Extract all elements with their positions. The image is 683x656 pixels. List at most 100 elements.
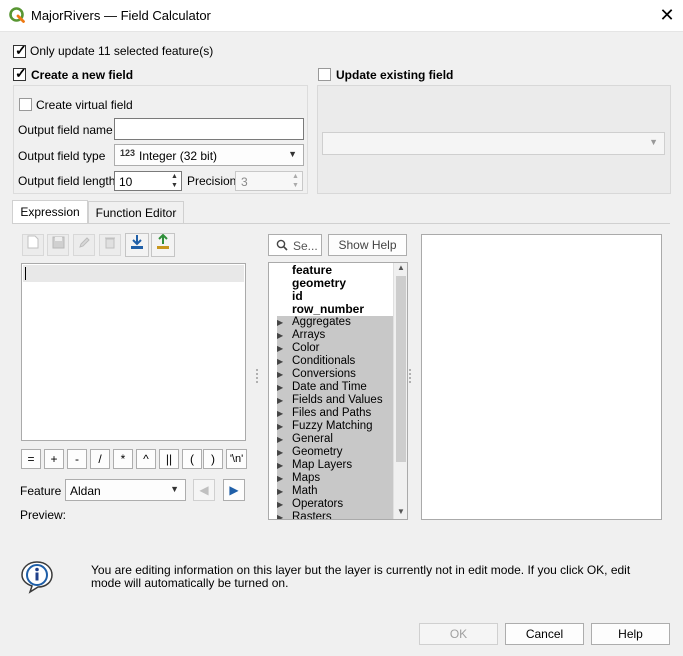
expression-editor[interactable] bbox=[21, 263, 246, 441]
chevron-right-icon: ▶ bbox=[277, 331, 284, 340]
help-button[interactable]: Help bbox=[591, 623, 670, 645]
precision-value: 3 bbox=[241, 175, 248, 189]
function-search-input[interactable]: Se... bbox=[268, 234, 322, 256]
tree-group-operators[interactable]: ▶ Operators bbox=[277, 498, 393, 511]
tree-group-aggregates[interactable]: ▶ Aggregates bbox=[277, 316, 393, 329]
output-field-name-label: Output field name bbox=[18, 123, 113, 137]
update-existing-field-checkbox[interactable] bbox=[318, 68, 331, 81]
feature-select[interactable]: Aldan ▼ bbox=[65, 479, 186, 501]
precision-spinbox[interactable]: 3 ▲ ▼ bbox=[235, 171, 303, 191]
chevron-right-icon: ▶ bbox=[277, 474, 284, 483]
splitter-handle[interactable] bbox=[409, 369, 411, 383]
spin-up-icon[interactable]: ▲ bbox=[168, 172, 181, 181]
export-icon[interactable] bbox=[151, 233, 175, 257]
output-field-length-spinbox[interactable]: 10 ▲ ▼ bbox=[114, 171, 182, 191]
show-help-button[interactable]: Show Help bbox=[328, 234, 407, 256]
window-title: MajorRivers — Field Calculator bbox=[31, 8, 211, 23]
tree-group-color[interactable]: ▶ Color bbox=[277, 342, 393, 355]
operator-minus-button[interactable]: - bbox=[67, 449, 87, 469]
next-feature-button[interactable]: ▶ bbox=[223, 479, 245, 501]
spin-down-icon[interactable]: ▼ bbox=[168, 181, 181, 190]
chevron-right-icon: ▶ bbox=[277, 422, 284, 431]
triangle-right-icon: ▶ bbox=[229, 483, 239, 497]
operator-equals-button[interactable]: = bbox=[21, 449, 41, 469]
triangle-left-icon: ◀ bbox=[199, 483, 209, 497]
chevron-right-icon: ▶ bbox=[277, 448, 284, 457]
operator-power-button[interactable]: ^ bbox=[136, 449, 156, 469]
ok-button[interactable]: OK bbox=[419, 623, 498, 645]
feature-label: Feature bbox=[20, 484, 62, 498]
operator-close-paren-button[interactable]: ) bbox=[203, 449, 223, 469]
tree-group-geometry[interactable]: ▶ Geometry bbox=[277, 446, 393, 459]
output-field-type-value: Integer (32 bit) bbox=[139, 149, 218, 163]
output-field-length-value: 10 bbox=[119, 175, 133, 189]
chevron-right-icon: ▶ bbox=[277, 383, 284, 392]
current-line-highlight bbox=[23, 265, 244, 282]
output-field-name-input[interactable] bbox=[114, 118, 304, 140]
output-field-type-select[interactable]: 123 Integer (32 bit) ▼ bbox=[114, 144, 304, 166]
chevron-down-icon: ▼ bbox=[649, 137, 658, 147]
tree-group-general[interactable]: ▶ General bbox=[277, 433, 393, 446]
load-icon[interactable] bbox=[125, 233, 149, 257]
integer-type-icon: 123 bbox=[120, 148, 136, 158]
chevron-down-icon: ▼ bbox=[288, 149, 297, 159]
info-message: You are editing information on this laye… bbox=[91, 563, 631, 590]
preview-label: Preview: bbox=[20, 508, 67, 522]
tab-function-editor[interactable]: Function Editor bbox=[88, 201, 184, 224]
operator-newline-button[interactable]: '\n' bbox=[226, 449, 247, 469]
scroll-up-icon[interactable]: ▲ bbox=[394, 263, 407, 275]
scrollbar-thumb[interactable] bbox=[396, 276, 406, 462]
tree-group-map-layers[interactable]: ▶ Map Layers bbox=[277, 459, 393, 472]
chevron-right-icon: ▶ bbox=[277, 435, 284, 444]
qgis-logo-icon bbox=[9, 7, 25, 23]
chevron-right-icon: ▶ bbox=[277, 318, 284, 327]
only-update-selected-label: Only update 11 selected feature(s) bbox=[30, 44, 214, 58]
info-icon bbox=[21, 561, 53, 594]
edit-icon[interactable] bbox=[73, 234, 95, 256]
close-icon[interactable]: ✕ bbox=[656, 4, 678, 26]
chevron-right-icon: ▶ bbox=[277, 487, 284, 496]
operator-divide-button[interactable]: / bbox=[90, 449, 110, 469]
tree-group-fuzzy-matching[interactable]: ▶ Fuzzy Matching bbox=[277, 420, 393, 433]
output-field-type-label: Output field type bbox=[18, 149, 106, 163]
operator-concat-button[interactable]: || bbox=[159, 449, 179, 469]
tree-scrollbar[interactable]: ▲ ▼ bbox=[393, 263, 407, 519]
tab-expression[interactable]: Expression bbox=[12, 200, 88, 224]
virtual-field-checkbox[interactable] bbox=[19, 98, 32, 111]
operator-multiply-button[interactable]: * bbox=[113, 449, 133, 469]
tree-group-fields-and-values[interactable]: ▶ Fields and Values bbox=[277, 394, 393, 407]
splitter-handle[interactable] bbox=[256, 369, 258, 383]
tree-group-rasters[interactable]: ▶ Rasters bbox=[277, 511, 393, 519]
cancel-button[interactable]: Cancel bbox=[505, 623, 584, 645]
tree-group-math[interactable]: ▶ Math bbox=[277, 485, 393, 498]
precision-label: Precision bbox=[187, 174, 237, 188]
operator-open-paren-button[interactable]: ( bbox=[182, 449, 202, 469]
chevron-down-icon: ▼ bbox=[170, 484, 179, 494]
spin-up-icon[interactable]: ▲ bbox=[289, 172, 302, 181]
tree-item-row-number[interactable]: row_number bbox=[292, 303, 364, 316]
function-tree[interactable]: feature geometry id row_number ▶ Aggregat… bbox=[268, 262, 408, 520]
tab-divider bbox=[12, 223, 670, 224]
delete-icon[interactable] bbox=[99, 234, 121, 256]
only-update-selected-checkbox[interactable] bbox=[13, 42, 27, 59]
tree-group-maps[interactable]: ▶ Maps bbox=[277, 472, 393, 485]
tree-group-arrays[interactable]: ▶ Arrays bbox=[277, 329, 393, 342]
chevron-right-icon: ▶ bbox=[277, 461, 284, 470]
operator-plus-button[interactable]: + bbox=[44, 449, 64, 469]
tree-group-conversions[interactable]: ▶ Conversions bbox=[277, 368, 393, 381]
new-file-icon[interactable] bbox=[22, 234, 44, 256]
chevron-right-icon: ▶ bbox=[277, 409, 284, 418]
tree-group-files-and-paths[interactable]: ▶ Files and Paths bbox=[277, 407, 393, 420]
tree-group-conditionals[interactable]: ▶ Conditionals bbox=[277, 355, 393, 368]
feature-value: Aldan bbox=[70, 484, 101, 498]
search-icon bbox=[276, 239, 288, 251]
text-caret bbox=[25, 267, 26, 280]
tree-group-date-and-time[interactable]: ▶ Date and Time bbox=[277, 381, 393, 394]
previous-feature-button[interactable]: ◀ bbox=[193, 479, 215, 501]
scroll-down-icon[interactable]: ▼ bbox=[394, 507, 407, 519]
spin-down-icon[interactable]: ▼ bbox=[289, 181, 302, 190]
existing-field-select[interactable]: ▼ bbox=[322, 132, 665, 155]
search-placeholder: Se... bbox=[293, 239, 318, 253]
save-icon[interactable] bbox=[47, 234, 69, 256]
create-new-field-checkbox[interactable] bbox=[13, 65, 27, 82]
